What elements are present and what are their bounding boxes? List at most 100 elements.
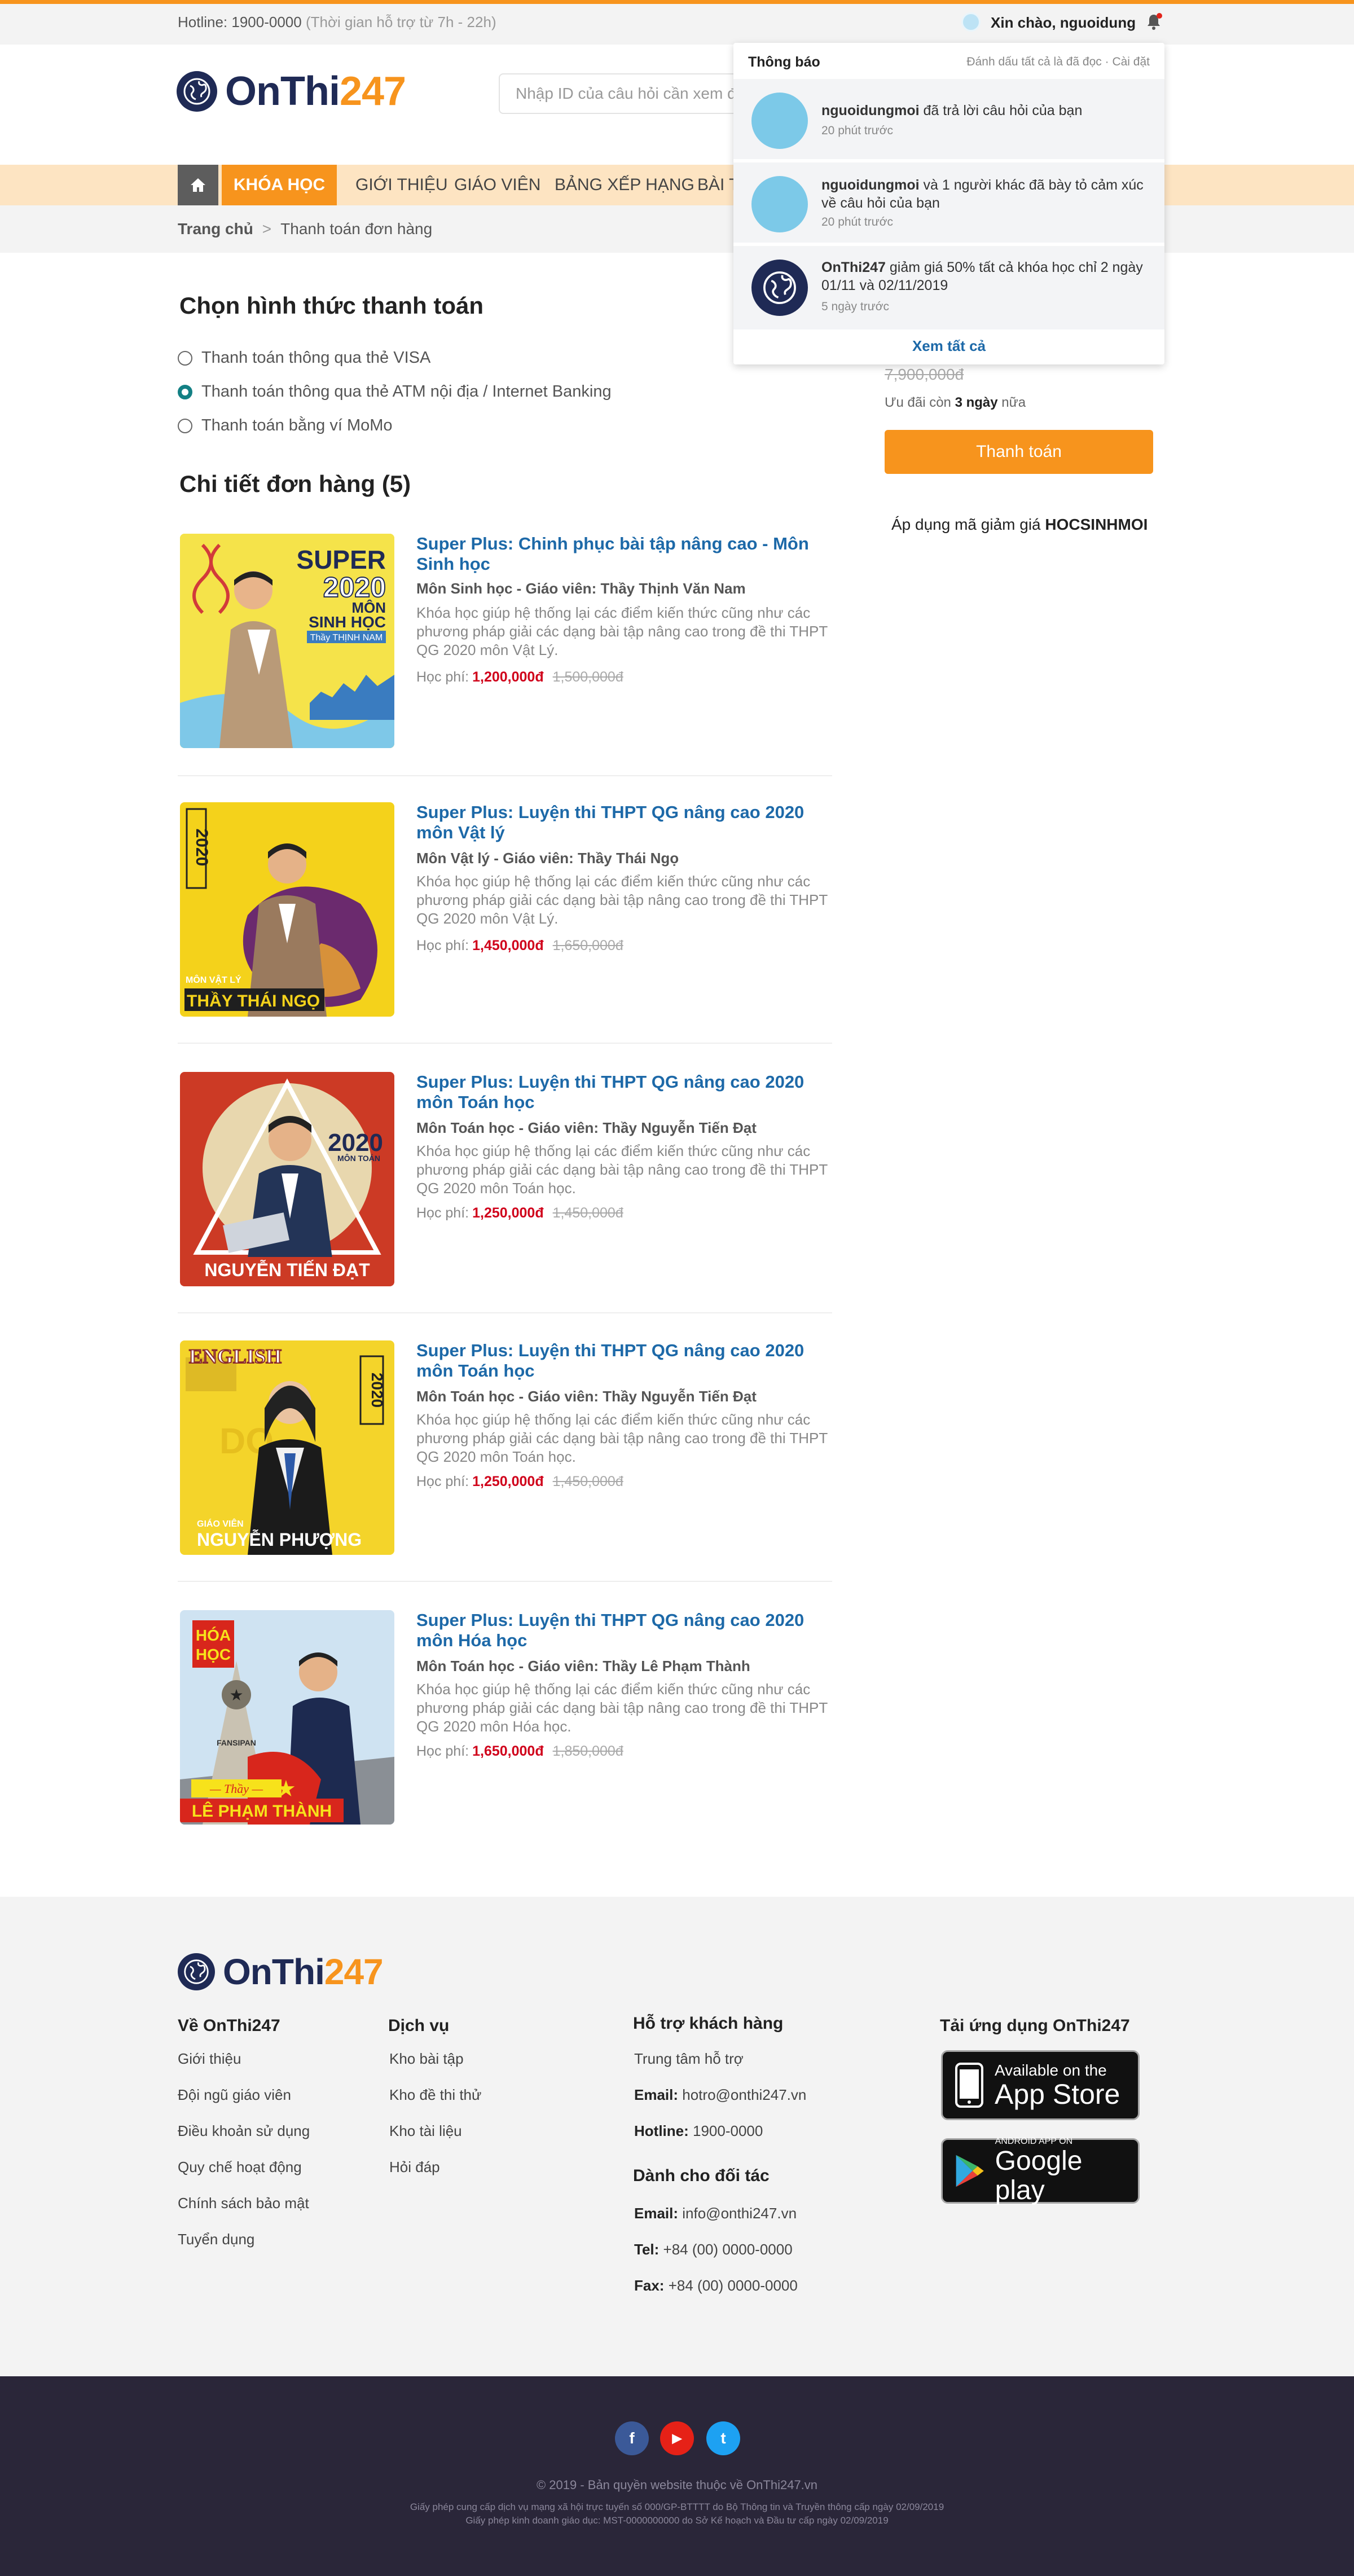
course-title[interactable]: Super Plus: Luyện thi THPT QG nâng cao 2…: [416, 1072, 834, 1113]
nav-item-khoa-hoc[interactable]: KHÓA HỌC: [222, 165, 337, 205]
poster-text: SINH HỌC: [309, 613, 386, 631]
star-icon: ★: [229, 1686, 243, 1704]
notification-dropdown: Thông báo Đánh dấu tất cả là đã đọc · Cà…: [733, 43, 1164, 364]
footer-link[interactable]: Kho bài tập: [389, 2050, 464, 2068]
course-title[interactable]: Super Plus: Chinh phục bài tập nâng cao …: [416, 534, 834, 574]
top-accent-bar: [0, 0, 1354, 4]
poster-text: MÔN VẬT LÝ: [186, 974, 241, 985]
offer-remaining: Ưu đãi còn 3 ngày nữa: [885, 395, 1026, 410]
course-item: SUPER 2020 MÔN SINH HỌC Thầy THỊNH NAM S…: [178, 534, 832, 759]
user-avatar[interactable]: [961, 12, 981, 32]
radio-icon[interactable]: [178, 418, 192, 433]
globe-icon: [763, 271, 796, 304]
course-thumbnail[interactable]: 2020 MÔN TOÁN NGUYỄN TIẾN ĐẠT: [180, 1072, 394, 1286]
breadcrumb-current: Thanh toán đơn hàng: [280, 220, 433, 238]
poster-text: — Thầy —: [209, 1782, 263, 1796]
avatar: [751, 176, 808, 232]
partner-email: Email: info@onthi247.vn: [634, 2205, 797, 2222]
course-price: Học phí: 1,450,000đ 1,650,000đ: [416, 938, 623, 953]
course-thumbnail[interactable]: SUPER 2020 MÔN SINH HỌC Thầy THỊNH NAM: [180, 534, 394, 748]
footer-link[interactable]: Trung tâm hỗ trợ: [634, 2050, 744, 2068]
payment-title: Chọn hình thức thanh toán: [179, 292, 483, 319]
course-item: 2020 MÔN TOÁN NGUYỄN TIẾN ĐẠT Super Plus…: [178, 1072, 832, 1298]
course-desc: Khóa học giúp hệ thống lại các điểm kiến…: [416, 1681, 828, 1735]
footer-link[interactable]: Điều khoản sử dụng: [178, 2122, 310, 2140]
footer-apps-title: Tải ứng dụng OnThi247: [940, 2016, 1130, 2035]
bottom-bar: [0, 2376, 1354, 2576]
bell-icon[interactable]: [1145, 12, 1162, 32]
footer-link[interactable]: Hỏi đáp: [389, 2159, 440, 2176]
poster-text: NGUYỄN PHƯỢNG: [197, 1529, 362, 1550]
radio-icon[interactable]: [178, 350, 192, 366]
google-play-button[interactable]: ANDROID APP ON Google play: [941, 2137, 1140, 2205]
notification-item[interactable]: nguoidungmoi đã trả lời câu hỏi của bạn …: [733, 79, 1164, 159]
course-item: 2020 MÔN VẬT LÝ THẦY THÁI NGỌ Super Plus…: [178, 802, 832, 1028]
radio-selected-icon[interactable]: [178, 384, 192, 399]
globe-icon: [177, 71, 217, 112]
payment-option-momo[interactable]: Thanh toán bằng ví MoMo: [178, 416, 393, 435]
footer-link[interactable]: Tuyển dụng: [178, 2231, 254, 2248]
youtube-icon[interactable]: ▶: [660, 2421, 694, 2455]
settings-link[interactable]: Cài đặt: [1112, 55, 1150, 68]
footer-link[interactable]: Chính sách bảo mật: [178, 2195, 309, 2212]
view-all-notifications-link[interactable]: Xem tất cả: [733, 337, 1164, 355]
course-thumbnail[interactable]: ★ FANSIPAN ★ HÓA HỌC — Thầy — LÊ PHẠM TH…: [180, 1610, 394, 1825]
app-store-button[interactable]: Available on the App Store: [941, 2050, 1140, 2120]
poster-text: ENGLISH: [189, 1345, 282, 1368]
poster-text: 2020: [328, 1129, 383, 1157]
nav-item-gioi-thieu[interactable]: GIỚI THIỆU: [355, 165, 448, 205]
pay-button[interactable]: Thanh toán: [885, 430, 1153, 474]
payment-option-atm[interactable]: Thanh toán thông qua thẻ ATM nội địa / I…: [178, 383, 612, 401]
play-store-icon: [956, 2155, 984, 2187]
poster-text: THẦY THÁI NGỌ: [187, 991, 320, 1010]
twitter-icon[interactable]: t: [706, 2421, 740, 2455]
facebook-icon[interactable]: f: [615, 2421, 649, 2455]
footer-link[interactable]: Quy chế hoạt động: [178, 2159, 302, 2176]
phone-icon: [955, 2063, 983, 2108]
breadcrumb: Trang chủ > Thanh toán đơn hàng: [178, 220, 433, 238]
course-thumbnail[interactable]: DO ENGLISH 2020 GIÁO VIÊN NGUYỄN PHƯỢNG: [180, 1340, 394, 1555]
user-greeting[interactable]: Xin chào, nguoidung: [991, 14, 1136, 32]
divider: [178, 1043, 832, 1044]
license-text: Giấy phép kinh doanh giáo dục: MST-00000…: [465, 2515, 889, 2526]
globe-icon: [178, 1953, 215, 1990]
poster-text: 2020: [192, 829, 211, 867]
course-desc: Khóa học giúp hệ thống lại các điểm kiến…: [416, 1411, 828, 1465]
course-title[interactable]: Super Plus: Luyện thi THPT QG nâng cao 2…: [416, 1610, 834, 1651]
license-text: Giấy phép cung cấp dịch vụ mạng xã hội t…: [410, 2502, 944, 2512]
home-icon: [191, 178, 205, 192]
promo-code-link[interactable]: Áp dụng mã giảm giá HOCSINHMOI: [891, 516, 1148, 534]
notification-item[interactable]: nguoidungmoi và 1 người khác đã bày tỏ c…: [733, 162, 1164, 243]
divider: [178, 1581, 832, 1582]
home-button[interactable]: [178, 165, 218, 205]
footer-about-title: Về OnThi247: [178, 2016, 280, 2035]
notification-title: Thông báo: [748, 54, 820, 70]
site-logo[interactable]: OnThi247: [177, 71, 406, 112]
support-hotline: Hotline: 1900-0000: [634, 2122, 763, 2139]
mark-all-read-link[interactable]: Đánh dấu tất cả là đã đọc: [966, 55, 1101, 68]
footer-link[interactable]: Kho tài liệu: [389, 2122, 462, 2140]
nav-item-giao-vien[interactable]: GIÁO VIÊN: [454, 165, 540, 205]
partner-tel: Tel: +84 (00) 0000-0000: [634, 2241, 793, 2258]
footer-logo[interactable]: OnThi247: [178, 1953, 384, 1990]
course-thumbnail[interactable]: 2020 MÔN VẬT LÝ THẦY THÁI NGỌ: [180, 802, 394, 1017]
poster-text: GIÁO VIÊN: [197, 1518, 244, 1529]
course-item: ★ FANSIPAN ★ HÓA HỌC — Thầy — LÊ PHẠM TH…: [178, 1610, 832, 1836]
breadcrumb-home[interactable]: Trang chủ: [178, 220, 253, 238]
course-price: Học phí: 1,200,000đ 1,500,000đ: [416, 669, 623, 685]
copyright-text: © 2019 - Bản quyền website thuộc về OnTh…: [536, 2478, 818, 2492]
footer-link[interactable]: Đội ngũ giáo viên: [178, 2086, 291, 2104]
notification-item[interactable]: OnThi247 giảm giá 50% tất cả khóa học ch…: [733, 246, 1164, 329]
divider: [178, 1312, 832, 1313]
course-price: Học phí: 1,650,000đ 1,850,000đ: [416, 1743, 623, 1759]
order-title: Chi tiết đơn hàng (5): [179, 471, 411, 497]
course-meta: Môn Toán học - Giáo viên: Thầy Nguyễn Ti…: [416, 1119, 757, 1136]
nav-item-bang-xep-hang[interactable]: BẢNG XẾP HẠNG: [555, 165, 694, 205]
footer-services-title: Dịch vụ: [388, 2016, 450, 2035]
poster-text: SUPER: [297, 545, 386, 574]
footer-link[interactable]: Giới thiệu: [178, 2050, 241, 2068]
course-title[interactable]: Super Plus: Luyện thi THPT QG nâng cao 2…: [416, 802, 834, 843]
payment-option-visa[interactable]: Thanh toán thông qua thẻ VISA: [178, 349, 430, 367]
course-title[interactable]: Super Plus: Luyện thi THPT QG nâng cao 2…: [416, 1340, 834, 1381]
footer-link[interactable]: Kho đề thi thử: [389, 2086, 481, 2104]
